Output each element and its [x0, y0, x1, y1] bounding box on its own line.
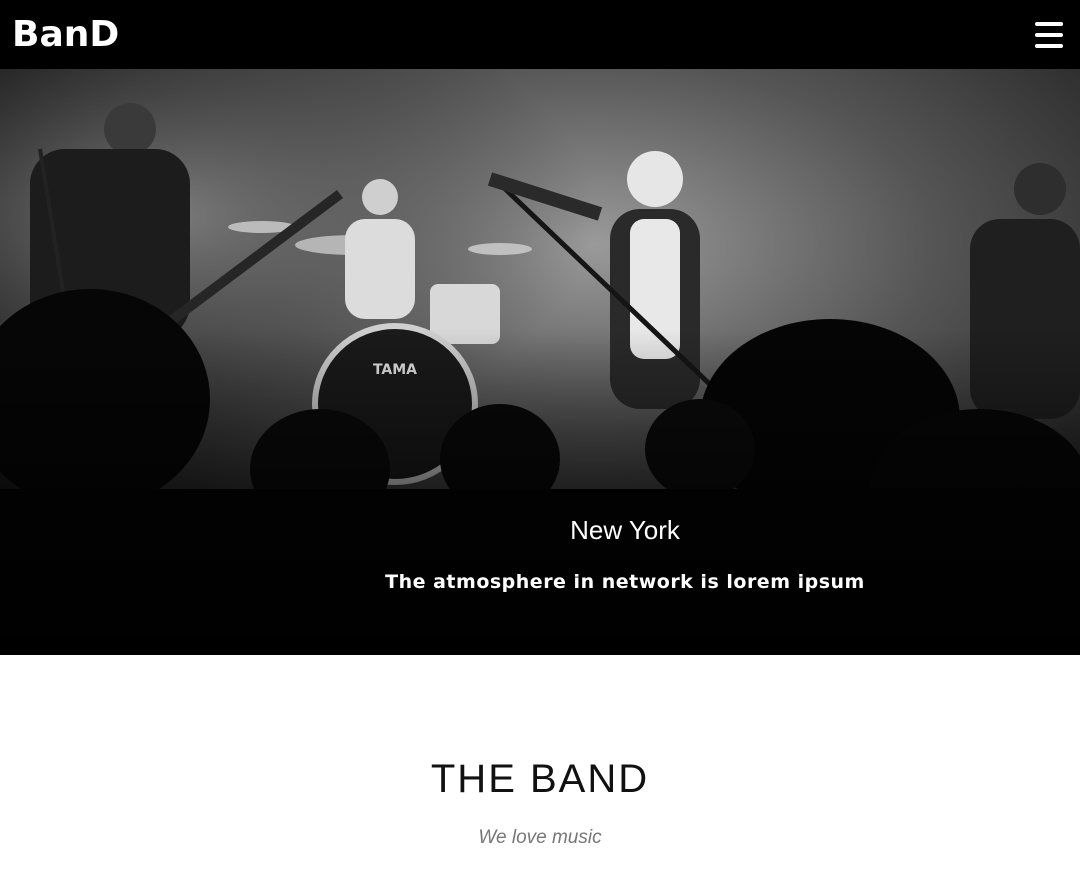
slide-city: New York	[570, 515, 680, 545]
slide-caption: The atmosphere in network is lorem ipsum	[385, 571, 865, 593]
menu-bar	[1035, 43, 1063, 48]
concert-photo: TAMA	[0, 69, 1080, 655]
section-title: THE BAND	[430, 757, 650, 801]
brand-logo[interactable]: BanD	[12, 0, 119, 69]
hamburger-menu-icon[interactable]	[1032, 18, 1066, 52]
section-subtitle: We love music	[478, 827, 602, 848]
band-section: THE BAND We love music	[0, 655, 1080, 872]
hero-slide: TAMA New York The atmosphere in network …	[0, 69, 1080, 655]
top-navbar: BanD	[0, 0, 1080, 69]
menu-bar	[1035, 32, 1063, 37]
menu-bar	[1035, 21, 1063, 26]
